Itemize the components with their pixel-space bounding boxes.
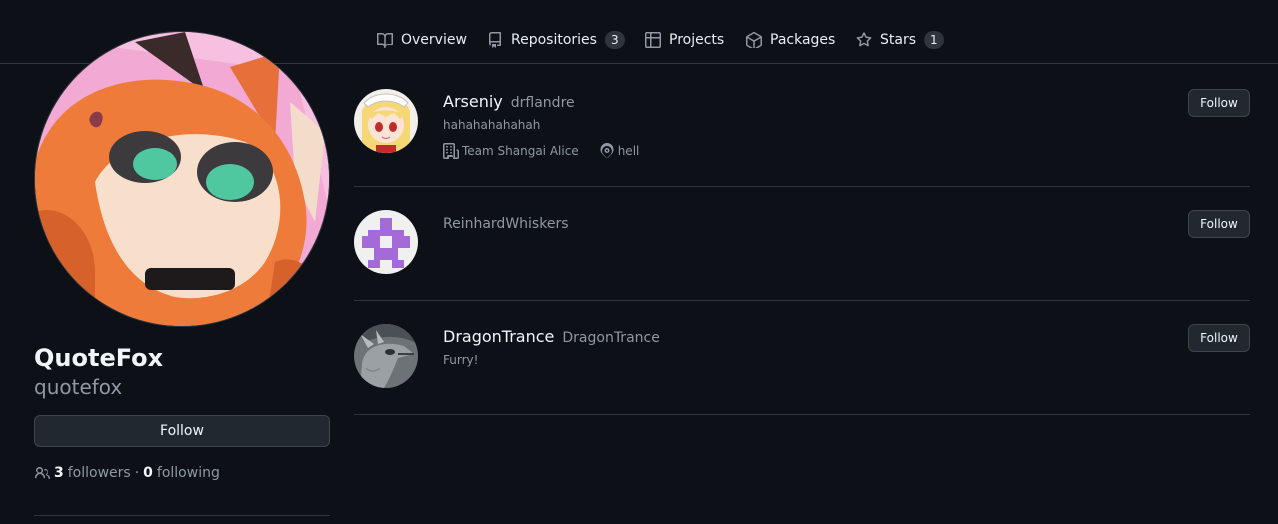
user-avatar[interactable] xyxy=(354,210,418,274)
tab-label: Packages xyxy=(770,32,836,48)
repositories-count-badge: 3 xyxy=(604,31,625,49)
location-label: hell xyxy=(617,144,640,158)
user-display-name[interactable]: DragonTrance xyxy=(443,327,554,346)
package-icon xyxy=(746,32,762,48)
user-display-name[interactable]: Arseniy xyxy=(443,92,503,111)
user-name-line: Arseniy drflandre xyxy=(443,92,575,111)
user-meta: Team Shangai Alice hell xyxy=(443,143,659,159)
book-icon xyxy=(377,33,393,48)
stars-count-badge: 1 xyxy=(924,31,944,49)
repo-icon xyxy=(489,32,501,48)
table-icon xyxy=(645,32,661,48)
user-avatar[interactable] xyxy=(354,89,418,153)
user-company: Team Shangai Alice xyxy=(443,143,579,159)
tab-packages[interactable]: Packages xyxy=(746,24,835,56)
tab-label: Overview xyxy=(401,32,467,48)
user-row-reinhardwhiskers: ReinhardWhiskers Follow xyxy=(354,186,1250,301)
following-count: 0 xyxy=(143,465,153,481)
user-name-line: ReinhardWhiskers xyxy=(443,213,569,232)
user-row-drflandre: Arseniy drflandre hahahahahahah Team Shan… xyxy=(354,65,1250,187)
user-login[interactable]: DragonTrance xyxy=(562,330,659,346)
user-row-dragontrance: DragonTrance DragonTrance Furry! Follow xyxy=(354,300,1250,415)
user-login[interactable]: ReinhardWhiskers xyxy=(443,216,569,232)
follow-user-button[interactable]: Follow xyxy=(1188,89,1250,117)
dragon-avatar-image xyxy=(354,324,418,388)
profile-username: quotefox xyxy=(34,375,123,399)
follow-user-button[interactable]: Follow xyxy=(1188,324,1250,352)
profile-name: QuoteFox xyxy=(34,344,164,372)
user-login[interactable]: drflandre xyxy=(511,95,575,111)
sidebar-divider xyxy=(34,515,330,516)
tab-label: Stars xyxy=(880,32,917,48)
location-icon xyxy=(600,143,614,159)
identicon-avatar-image xyxy=(354,210,418,274)
tab-label: Repositories xyxy=(511,32,597,48)
tab-label: Projects xyxy=(669,32,725,48)
tab-projects[interactable]: Projects xyxy=(645,24,724,56)
people-icon xyxy=(34,467,50,479)
maid-avatar-image xyxy=(354,89,418,153)
followers-link[interactable]: 3 followers xyxy=(54,465,131,481)
organization-icon xyxy=(443,143,459,159)
tab-repositories[interactable]: Repositories 3 xyxy=(487,24,625,56)
user-avatar[interactable] xyxy=(354,324,418,388)
star-icon xyxy=(856,32,872,47)
following-label: following xyxy=(156,465,220,481)
followers-count: 3 xyxy=(54,465,64,481)
profile-avatar[interactable] xyxy=(34,31,330,327)
company-label: Team Shangai Alice xyxy=(462,144,579,158)
follow-user-button[interactable]: Follow xyxy=(1188,210,1250,238)
follow-stats: 3 followers · 0 following xyxy=(34,465,220,481)
user-location: hell xyxy=(599,143,640,159)
fox-avatar-image xyxy=(35,32,329,326)
user-bio: hahahahahahah xyxy=(443,118,541,132)
user-bio: Furry! xyxy=(443,353,479,367)
tab-stars[interactable]: Stars 1 xyxy=(856,24,944,56)
followers-label: followers xyxy=(67,465,131,481)
following-link[interactable]: 0 following xyxy=(143,465,220,481)
user-name-line: DragonTrance DragonTrance xyxy=(443,327,660,346)
tab-overview[interactable]: Overview xyxy=(377,24,467,56)
follow-button[interactable]: Follow xyxy=(34,415,330,447)
separator-dot: · xyxy=(134,465,140,481)
